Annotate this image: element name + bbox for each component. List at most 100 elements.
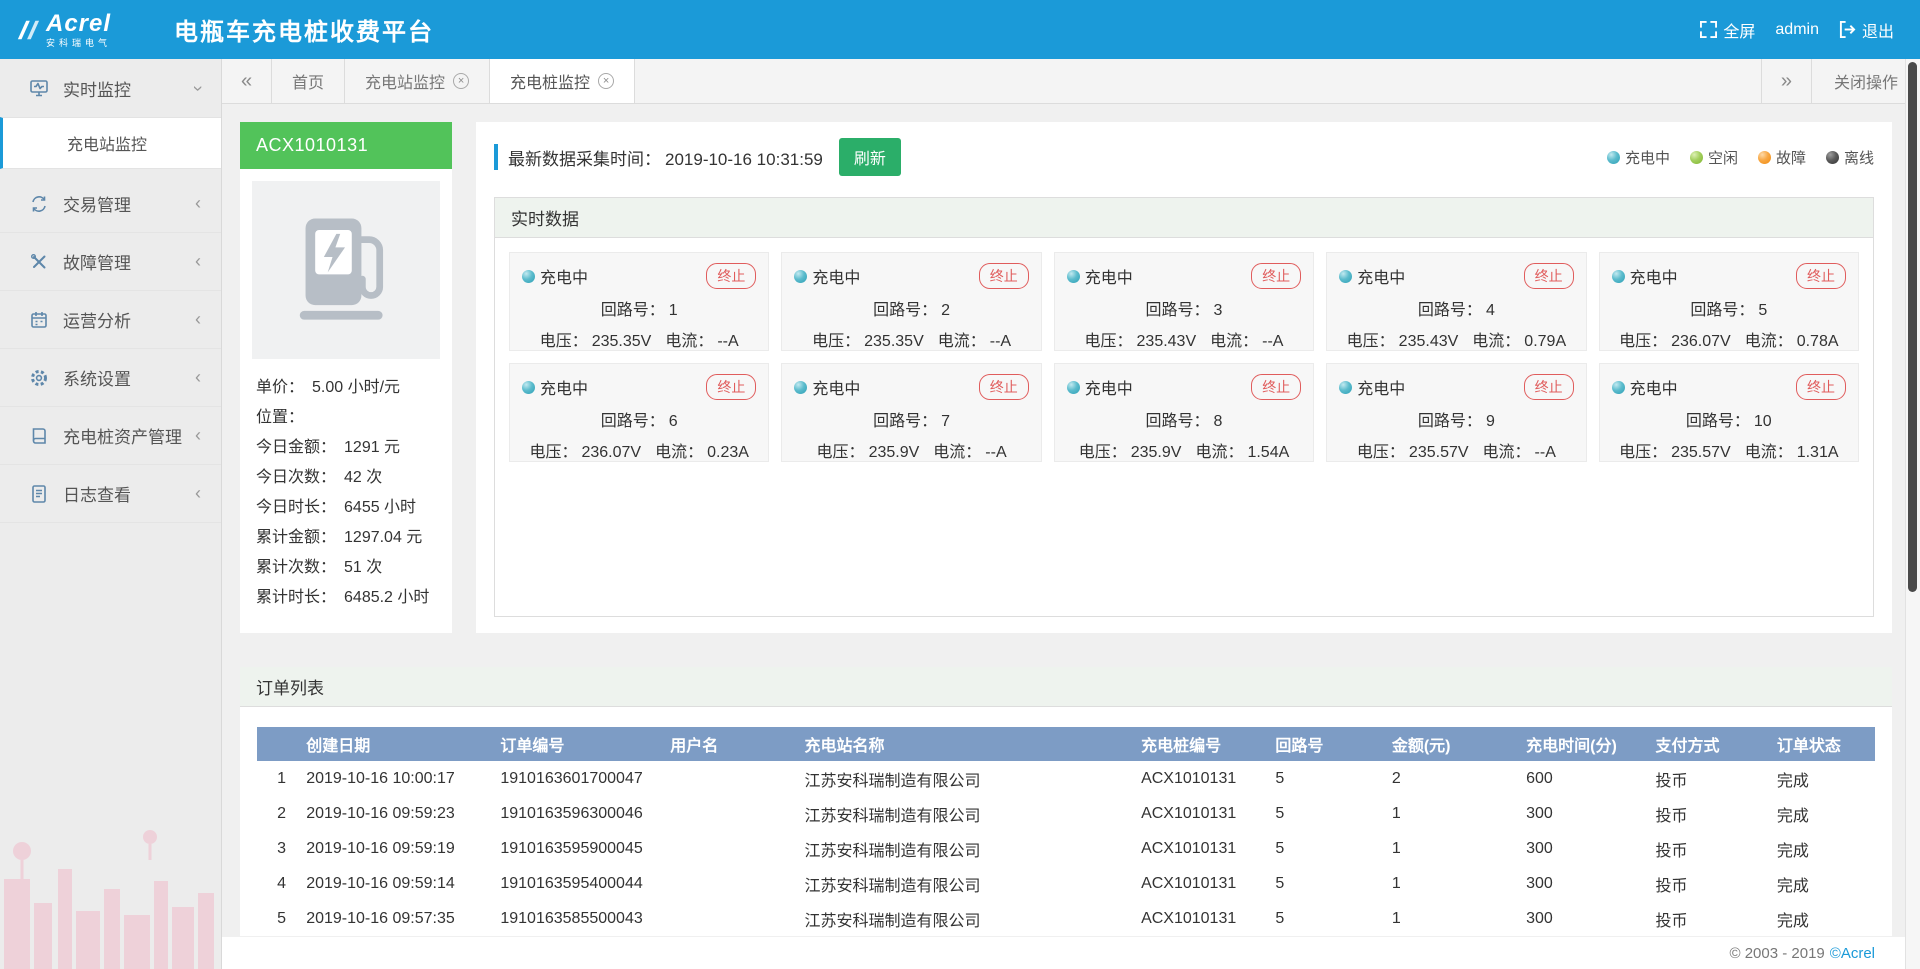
- current-user[interactable]: admin: [1775, 21, 1819, 39]
- pay-cell: 投币: [1644, 796, 1765, 831]
- minutes-cell: 300: [1514, 796, 1643, 831]
- station-cell: 江苏安科瑞制造有限公司: [793, 796, 1130, 831]
- stop-charging-button[interactable]: 终止: [979, 263, 1029, 289]
- pay-cell: 投币: [1644, 866, 1765, 901]
- tab-charging-pile-monitor[interactable]: 充电桩监控: [490, 59, 635, 103]
- close-tab-icon[interactable]: [453, 73, 469, 89]
- stop-charging-button[interactable]: 终止: [706, 263, 756, 289]
- current-label: 电流：: [1745, 444, 1793, 461]
- circuit-card-6: 充电中终止 回路号：6 电压：236.07V电流：0.23A: [509, 363, 769, 462]
- transactions-icon: [28, 193, 50, 215]
- circuit-no-label: 回路号：: [1146, 302, 1210, 319]
- sidebar-item-label: 运营分析: [63, 307, 191, 332]
- sidebar-item-pile-asset-management[interactable]: 充电桩资产管理: [0, 407, 221, 465]
- amount-cell: 1: [1380, 796, 1514, 831]
- scrollbar-thumb[interactable]: [1908, 62, 1917, 592]
- stat-total-duration: 累计时长：6485.2 小时: [256, 583, 436, 613]
- sidebar-item-log-view[interactable]: 日志查看: [0, 465, 221, 523]
- current-label: 电流：: [938, 333, 986, 350]
- status-cell: 完成: [1765, 831, 1875, 866]
- circuit-no: 3: [1214, 302, 1223, 319]
- stop-charging-button[interactable]: 终止: [979, 374, 1029, 400]
- stop-charging-button[interactable]: 终止: [1524, 263, 1574, 289]
- stop-charging-button[interactable]: 终止: [706, 374, 756, 400]
- col-charge-minutes: 充电时间(分): [1514, 727, 1643, 761]
- current-value: --A: [1535, 444, 1556, 461]
- col-circuit-no: 回路号: [1263, 727, 1379, 761]
- refresh-button[interactable]: 刷新: [839, 138, 901, 176]
- sidebar-item-system-settings[interactable]: 系统设置: [0, 349, 221, 407]
- circuit-status: 充电中: [1357, 375, 1405, 399]
- row-index: 2: [257, 796, 294, 831]
- table-row[interactable]: 2 2019-10-16 09:59:23 1910163596300046 江…: [257, 796, 1875, 831]
- sidebar-item-fault-management[interactable]: 故障管理: [0, 233, 221, 291]
- voltage-label: 电压：: [1357, 444, 1405, 461]
- current-label: 电流：: [933, 444, 981, 461]
- sidebar-item-label: 日志查看: [63, 481, 191, 506]
- voltage-label: 电压：: [1079, 444, 1127, 461]
- current-value: 1.31A: [1797, 444, 1839, 461]
- stop-charging-button[interactable]: 终止: [1251, 263, 1301, 289]
- circuit-no-label: 回路号：: [1690, 302, 1754, 319]
- sidebar-item-realtime-monitor[interactable]: 实时监控: [0, 59, 221, 117]
- logout-button[interactable]: 退出: [1839, 18, 1894, 42]
- tools-icon: [28, 251, 50, 273]
- order-date-cell: 2019-10-16 10:00:17: [294, 761, 488, 796]
- close-tab-icon[interactable]: [598, 73, 614, 89]
- sidebar-item-transaction-management[interactable]: 交易管理: [0, 175, 221, 233]
- circuit-card-3: 充电中终止 回路号：3 电压：235.43V电流：--A: [1054, 252, 1314, 351]
- chevron-left-icon: [191, 193, 205, 214]
- stop-charging-button[interactable]: 终止: [1796, 374, 1846, 400]
- current-value: 0.78A: [1797, 333, 1839, 350]
- order-date-cell: 2019-10-16 09:59:14: [294, 866, 488, 901]
- tab-home[interactable]: 首页: [272, 59, 345, 103]
- circuit-card-10: 充电中终止 回路号：10 电压：235.57V电流：1.31A: [1599, 363, 1859, 462]
- charging-status-icon: [522, 381, 535, 394]
- topbar-actions: 全屏 admin 退出: [1700, 18, 1920, 42]
- current-label: 电流：: [1472, 333, 1520, 350]
- order-list-card: 订单列表 创建日期 订单编号 用户名 充电站名称 充电桩编号 回: [240, 667, 1892, 936]
- station-cell: 江苏安科瑞制造有限公司: [793, 866, 1130, 901]
- circuit-no-label: 回路号：: [1418, 413, 1482, 430]
- status-cell: 完成: [1765, 901, 1875, 936]
- circuit-status: 充电中: [540, 264, 588, 288]
- vertical-scrollbar[interactable]: [1905, 59, 1920, 969]
- circuit-no: 4: [1486, 302, 1495, 319]
- col-order-no: 订单编号: [488, 727, 658, 761]
- table-row[interactable]: 3 2019-10-16 09:59:19 1910163595900045 江…: [257, 831, 1875, 866]
- circuit-card-1: 充电中终止 回路号：1 电压：235.35V电流：--A: [509, 252, 769, 351]
- scroll-tabs-left-button[interactable]: [222, 59, 272, 103]
- voltage-label: 电压：: [1619, 333, 1667, 350]
- current-label: 电流：: [1195, 444, 1243, 461]
- circuit-no-label: 回路号：: [1418, 302, 1482, 319]
- circuit-status: 充电中: [1630, 375, 1678, 399]
- close-operations-button[interactable]: 关闭操作: [1811, 59, 1920, 103]
- sidebar-item-charging-station-monitor[interactable]: 充电站监控: [0, 117, 221, 169]
- table-row[interactable]: 4 2019-10-16 09:59:14 1910163595400044 江…: [257, 866, 1875, 901]
- sidebar-item-label: 交易管理: [63, 191, 191, 216]
- sidebar-item-label: 充电桩资产管理: [63, 423, 191, 448]
- table-row[interactable]: 1 2019-10-16 10:00:17 1910163601700047 江…: [257, 761, 1875, 796]
- circuit-card-4: 充电中终止 回路号：4 电压：235.43V电流：0.79A: [1326, 252, 1586, 351]
- fullscreen-button[interactable]: 全屏: [1700, 18, 1755, 42]
- circuit-no: 9: [1486, 413, 1495, 430]
- username-cell: [658, 761, 792, 796]
- offline-status-icon: [1826, 151, 1839, 164]
- stop-charging-button[interactable]: 终止: [1796, 263, 1846, 289]
- current-value: 0.23A: [707, 444, 749, 461]
- stop-charging-button[interactable]: 终止: [1524, 374, 1574, 400]
- monitor-icon: [28, 77, 50, 99]
- circuit-cell: 5: [1263, 866, 1379, 901]
- circuit-status: 充电中: [812, 375, 860, 399]
- sidebar-item-operation-analysis[interactable]: 运营分析: [0, 291, 221, 349]
- circuit-no-label: 回路号：: [1686, 413, 1750, 430]
- table-row[interactable]: 5 2019-10-16 09:57:35 1910163585500043 江…: [257, 901, 1875, 936]
- stop-charging-button[interactable]: 终止: [1251, 374, 1301, 400]
- acrel-brand-link[interactable]: ©Acrel: [1830, 945, 1875, 962]
- circuit-no-label: 回路号：: [601, 413, 665, 430]
- tab-charging-station-monitor[interactable]: 充电站监控: [345, 59, 490, 103]
- col-order-status: 订单状态: [1765, 727, 1875, 761]
- calendar-icon: [28, 309, 50, 331]
- legend-charging: 充电中: [1607, 147, 1670, 168]
- scroll-tabs-right-button[interactable]: [1761, 59, 1811, 103]
